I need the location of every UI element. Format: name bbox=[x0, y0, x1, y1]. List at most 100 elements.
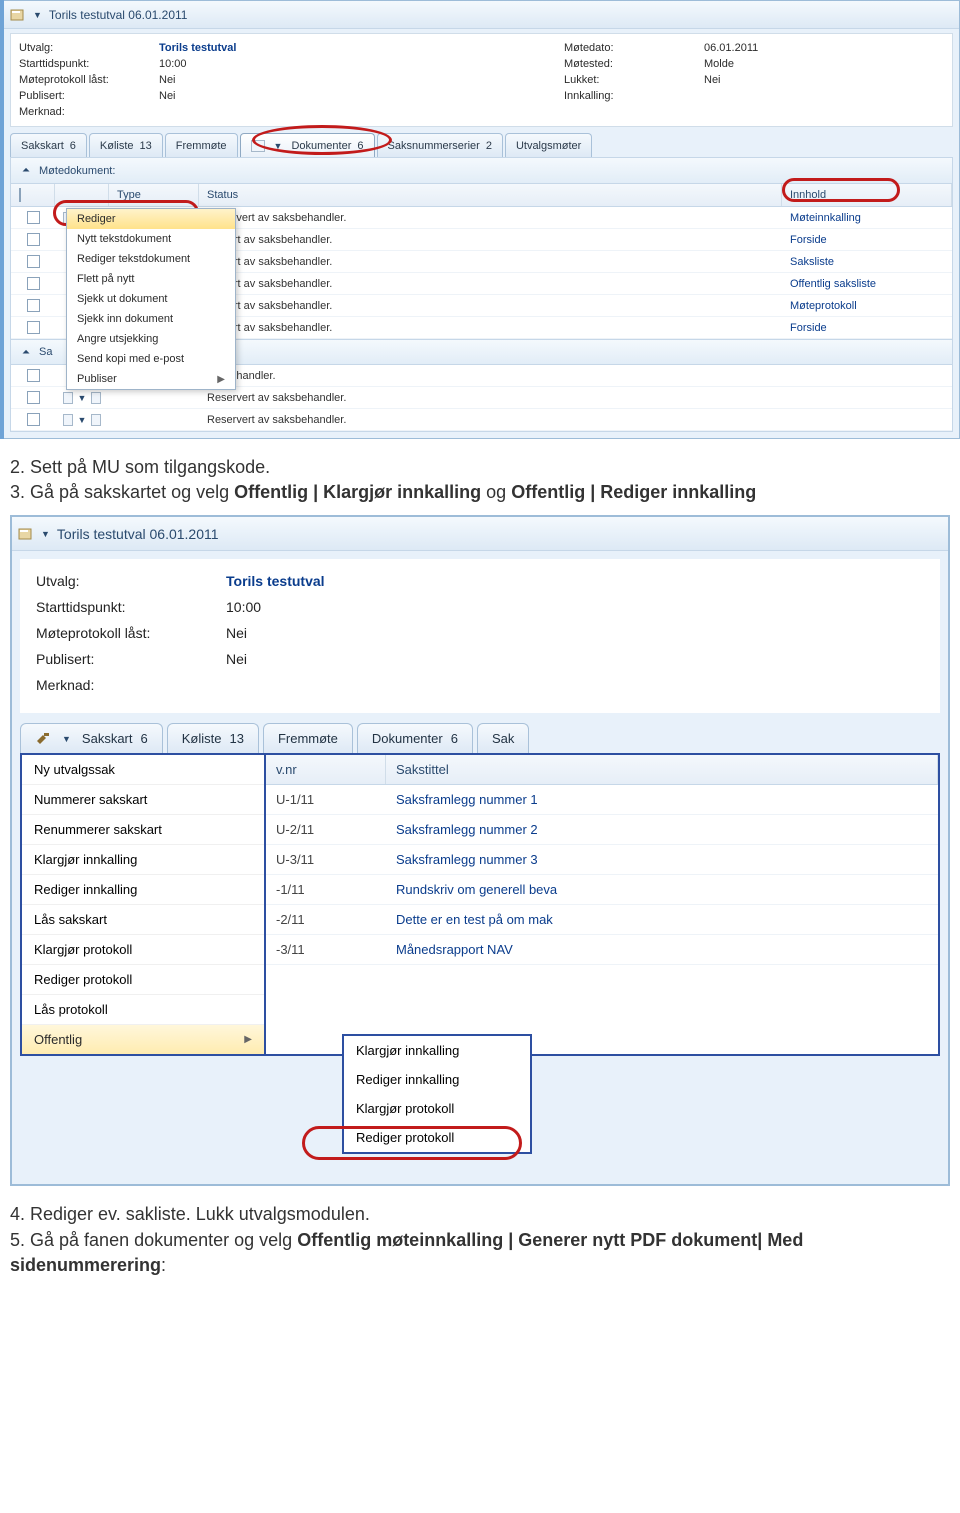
collapse-icon[interactable]: ⏶ bbox=[19, 345, 33, 359]
tab-count: 13 bbox=[229, 731, 243, 746]
table-row[interactable]: -1/11Rundskriv om generell beva bbox=[266, 875, 938, 905]
cell-title[interactable]: Saksframlegg nummer 2 bbox=[386, 815, 938, 844]
menu-item[interactable]: Rediger innkalling bbox=[22, 875, 264, 905]
tab-sakskart[interactable]: Sakskart6 bbox=[10, 133, 87, 157]
collapse-icon[interactable]: ⏶ bbox=[19, 164, 33, 178]
checkbox[interactable] bbox=[27, 413, 40, 426]
menu-item[interactable]: Rediger protokoll bbox=[22, 965, 264, 995]
tab-utvalgsmoter[interactable]: Utvalgsmøter bbox=[505, 133, 592, 157]
titlebar: ▼ Torils testutval 06.01.2011 bbox=[4, 1, 959, 29]
ctx-rediger[interactable]: Rediger bbox=[67, 209, 235, 229]
tab-saksnummer[interactable]: Saksnummerserier2 bbox=[377, 133, 503, 157]
screenshot-2: ▼ Torils testutval 06.01.2011 Utvalg:Tor… bbox=[10, 515, 950, 1186]
value-proto: Nei bbox=[226, 625, 247, 641]
chevron-down-icon[interactable]: ▼ bbox=[75, 415, 90, 425]
table-row[interactable]: U-3/11Saksframlegg nummer 3 bbox=[266, 845, 938, 875]
tab-label: Dokumenter bbox=[291, 140, 351, 152]
ctx-item[interactable]: Nytt tekstdokument bbox=[67, 229, 235, 249]
menu-item-offentlig[interactable]: Offentlig ▶ bbox=[22, 1025, 264, 1054]
chevron-down-icon[interactable]: ▼ bbox=[38, 529, 53, 539]
bold-text: Offentlig | Klargjør innkalling bbox=[234, 482, 481, 502]
table-row[interactable]: -3/11Månedsrapport NAV bbox=[266, 935, 938, 965]
cell-innhold[interactable]: Forside bbox=[782, 322, 952, 334]
tab-koliste[interactable]: Køliste13 bbox=[89, 133, 163, 157]
ctx-item[interactable]: Rediger tekstdokument bbox=[67, 249, 235, 269]
doc-icon bbox=[63, 414, 73, 426]
tab-fremmote[interactable]: Fremmøte bbox=[263, 723, 353, 753]
cell-status: servert av saksbehandler. bbox=[199, 300, 782, 312]
tab-dokumenter[interactable]: Dokumenter6 bbox=[357, 723, 473, 753]
col-title[interactable]: Sakstittel bbox=[386, 755, 938, 784]
chevron-down-icon[interactable]: ▼ bbox=[75, 393, 90, 403]
window-title: Torils testutval 06.01.2011 bbox=[49, 8, 188, 22]
cell-title[interactable]: Saksframlegg nummer 3 bbox=[386, 845, 938, 874]
cell-status: servert av saksbehandler. bbox=[199, 234, 782, 246]
ctx-item[interactable]: Flett på nytt bbox=[67, 269, 235, 289]
checkbox[interactable] bbox=[27, 391, 40, 404]
col-type[interactable]: Type bbox=[109, 184, 199, 206]
cell-status: Reservert av saksbehandler. bbox=[199, 392, 782, 404]
menu-item[interactable]: Ny utvalgssak bbox=[22, 755, 264, 785]
grid-area: v.nr Sakstittel U-1/11Saksframlegg numme… bbox=[266, 755, 938, 1054]
cell-title[interactable]: Saksframlegg nummer 1 bbox=[386, 785, 938, 814]
cell-title[interactable]: Månedsrapport NAV bbox=[386, 935, 938, 964]
tab-sakskart[interactable]: ▼ Sakskart 6 bbox=[20, 723, 163, 753]
checkbox[interactable] bbox=[27, 277, 40, 290]
module-icon bbox=[10, 7, 26, 23]
context-menu: Rediger Nytt tekstdokument Rediger tekst… bbox=[66, 208, 236, 390]
checkbox-all[interactable] bbox=[19, 188, 21, 202]
submenu-item[interactable]: Rediger protokoll bbox=[344, 1123, 530, 1152]
ctx-item[interactable]: Sjekk inn dokument bbox=[67, 309, 235, 329]
cell-innhold[interactable]: Møteprotokoll bbox=[782, 300, 952, 312]
menu-item[interactable]: Klargjør protokoll bbox=[22, 935, 264, 965]
cell-innhold[interactable]: Offentlig saksliste bbox=[782, 278, 952, 290]
chevron-down-icon[interactable]: ▼ bbox=[271, 141, 286, 151]
step-5: 5. Gå på fanen dokumenter og velg Offent… bbox=[10, 1228, 950, 1278]
step-4: 4. Rediger ev. sakliste. Lukk utvalgsmod… bbox=[10, 1202, 950, 1227]
col-status[interactable]: Status bbox=[199, 184, 782, 206]
checkbox[interactable] bbox=[27, 299, 40, 312]
cell-innhold[interactable]: Møteinnkalling bbox=[782, 212, 952, 224]
cell-innhold[interactable]: Forside bbox=[782, 234, 952, 246]
panel-header: ⏶ Møtedokument: bbox=[11, 158, 952, 184]
checkbox[interactable] bbox=[27, 255, 40, 268]
tab-label: Køliste bbox=[182, 731, 222, 746]
table-row[interactable]: ▼ Reservert av saksbehandler. bbox=[11, 387, 952, 409]
col-vnr[interactable]: v.nr bbox=[266, 755, 386, 784]
tab-koliste[interactable]: Køliste 13 bbox=[167, 723, 259, 753]
ctx-item[interactable]: Angre utsjekking bbox=[67, 329, 235, 349]
cell-innhold[interactable]: Saksliste bbox=[782, 256, 952, 268]
table-row[interactable]: U-2/11Saksframlegg nummer 2 bbox=[266, 815, 938, 845]
checkbox[interactable] bbox=[27, 233, 40, 246]
menu-item[interactable]: Klargjør innkalling bbox=[22, 845, 264, 875]
menu-item[interactable]: Lås protokoll bbox=[22, 995, 264, 1025]
menu-item[interactable]: Renummerer sakskart bbox=[22, 815, 264, 845]
ctx-item[interactable]: Send kopi med e-post bbox=[67, 349, 235, 369]
cell-title[interactable]: Rundskriv om generell beva bbox=[386, 875, 938, 904]
checkbox[interactable] bbox=[27, 321, 40, 334]
menu-item[interactable]: Lås sakskart bbox=[22, 905, 264, 935]
tab-fremmote[interactable]: Fremmøte bbox=[165, 133, 238, 157]
ctx-item[interactable]: Sjekk ut dokument bbox=[67, 289, 235, 309]
value-start: 10:00 bbox=[159, 58, 187, 70]
submenu-item[interactable]: Klargjør innkalling bbox=[344, 1036, 530, 1065]
chevron-down-icon[interactable]: ▼ bbox=[30, 10, 45, 20]
submenu-item[interactable]: Klargjør protokoll bbox=[344, 1094, 530, 1123]
label-merk: Merknad: bbox=[36, 677, 226, 693]
tab-label: Fremmøte bbox=[278, 731, 338, 746]
menu-item[interactable]: Nummerer sakskart bbox=[22, 785, 264, 815]
tab-dokumenter[interactable]: ▼ Dokumenter6 bbox=[240, 133, 375, 157]
table-row[interactable]: U-1/11Saksframlegg nummer 1 bbox=[266, 785, 938, 815]
checkbox[interactable] bbox=[27, 211, 40, 224]
table-row[interactable]: ▼Reservert av saksbehandler. bbox=[11, 409, 952, 431]
ctx-item-publiser[interactable]: Publiser▶ bbox=[67, 369, 235, 389]
cell-title[interactable]: Dette er en test på om mak bbox=[386, 905, 938, 934]
tab-count: 13 bbox=[140, 140, 152, 152]
chevron-down-icon[interactable]: ▼ bbox=[59, 734, 74, 744]
text: og bbox=[481, 482, 511, 502]
checkbox[interactable] bbox=[27, 369, 40, 382]
submenu-item[interactable]: Rediger innkalling bbox=[344, 1065, 530, 1094]
table-row[interactable]: -2/11Dette er en test på om mak bbox=[266, 905, 938, 935]
col-innhold[interactable]: Innhold bbox=[782, 184, 952, 206]
tab-sak[interactable]: Sak bbox=[477, 723, 529, 753]
